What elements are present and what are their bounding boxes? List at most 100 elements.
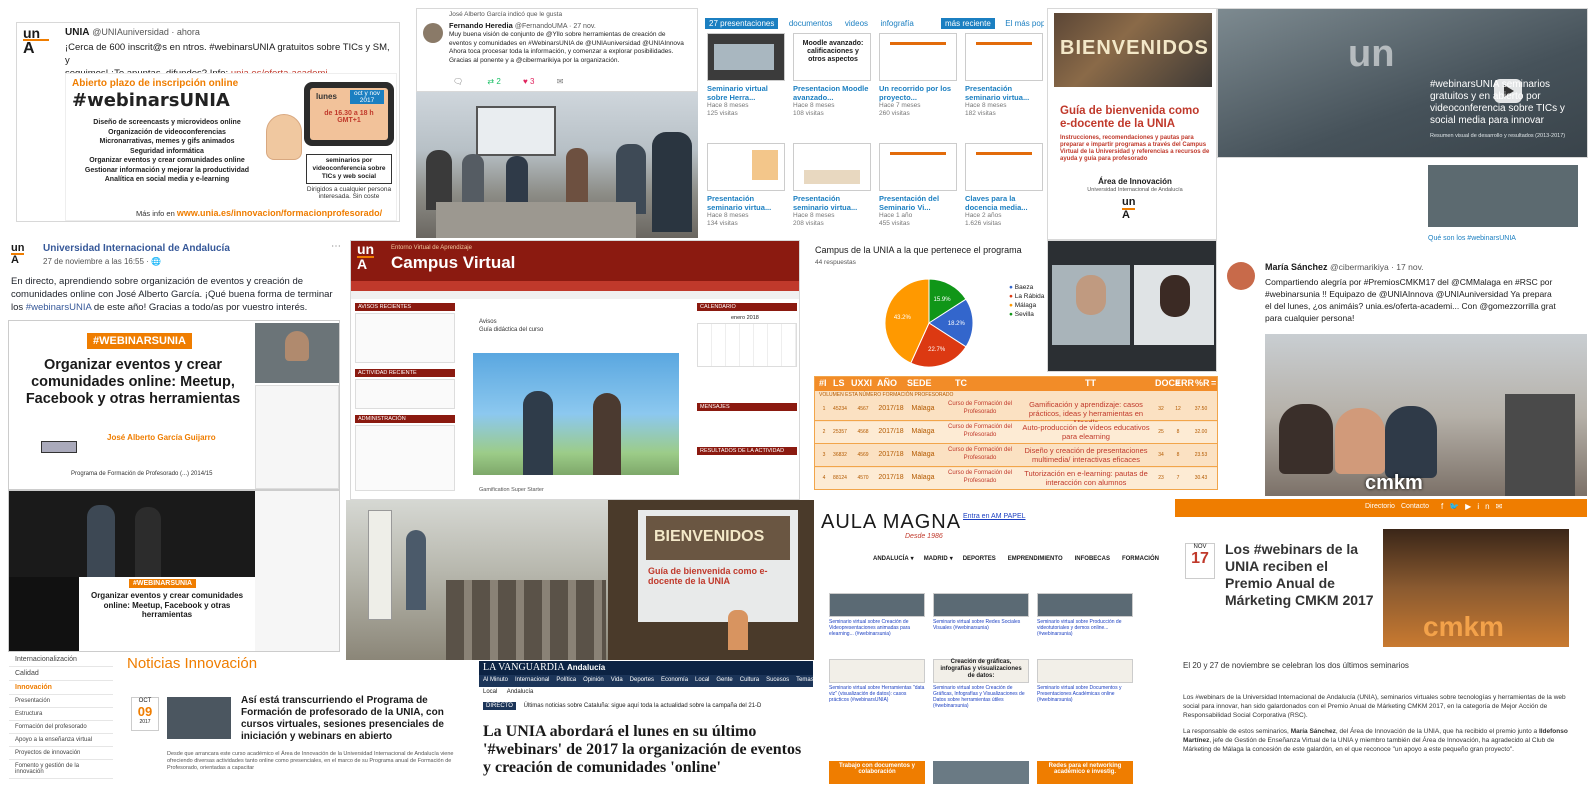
presentation-thumbnail[interactable] bbox=[965, 143, 1043, 191]
aula-bottom-card[interactable] bbox=[933, 761, 1029, 784]
chevron-down-icon[interactable]: ▾ bbox=[950, 556, 953, 562]
reply-icon[interactable]: 🗨 bbox=[453, 77, 463, 86]
aula-nav-item[interactable]: ANDALUCÍA bbox=[873, 556, 909, 562]
lv-live-text[interactable]: Últimas noticias sobre Cataluña: sigue a… bbox=[524, 703, 762, 709]
fb-page-name[interactable]: Universidad Internacional de Andalucía bbox=[43, 243, 230, 254]
sidebar-item[interactable]: Calidad bbox=[9, 667, 113, 681]
presentation-card[interactable]: Presentación seminario virtua... Hace 8 … bbox=[965, 33, 1043, 129]
aula-bottom-card[interactable]: Redes para el networking académico e inv… bbox=[1037, 761, 1133, 784]
aula-article-card[interactable]: Seminario virtual sobre Herramientas "da… bbox=[829, 659, 925, 719]
tweet-maria[interactable]: María Sánchez @cibermarikiya · 17 nov. C… bbox=[1218, 255, 1588, 497]
presentation-thumbnail[interactable] bbox=[707, 143, 785, 191]
aula-nav-item[interactable]: FORMACIÓN bbox=[1122, 556, 1159, 562]
presentation-title[interactable]: Claves para la docencia media... bbox=[965, 194, 1043, 212]
fb-more-icon[interactable]: ⋯ bbox=[331, 241, 341, 252]
more-info-url[interactable]: www.unia.es/innovacion/formacionprofesor… bbox=[177, 208, 382, 218]
aula-nav-item[interactable]: EMPRENDIMIENTO bbox=[1008, 556, 1063, 562]
presentation-title[interactable]: Un recorrido por los proyecto... bbox=[879, 84, 957, 102]
tab-presentations[interactable]: 27 presentaciones bbox=[705, 18, 779, 29]
presentation-card[interactable]: Presentación del Seminario Vi... Hace 1 … bbox=[879, 143, 957, 237]
presentation-thumbnail[interactable] bbox=[707, 33, 785, 81]
lv-headline[interactable]: La UNIA abordará el lunes en su último '… bbox=[483, 723, 813, 777]
avatar[interactable] bbox=[423, 23, 443, 43]
presentation-thumbnail[interactable]: Moodle avanzado: calificaciones y otros … bbox=[793, 33, 871, 81]
video-caption[interactable]: Qué son los #webinarsUNIA bbox=[1428, 235, 1516, 242]
card-title[interactable]: Seminario virtual sobre Creación de Gráf… bbox=[933, 685, 1029, 715]
tab-videos[interactable]: videos bbox=[845, 19, 868, 28]
tweet-fernando[interactable]: José Alberto García indicó que le gusta … bbox=[416, 8, 698, 92]
aula-article-card[interactable]: Seminario virtual sobre Redes Sociales V… bbox=[933, 593, 1029, 653]
lv-nav-item[interactable]: Deportes bbox=[630, 677, 654, 683]
card-thumbnail[interactable] bbox=[1037, 593, 1133, 617]
presentation-card[interactable]: Presentación seminario virtua... Hace 8 … bbox=[793, 143, 871, 237]
sidebar-item[interactable]: Presentación bbox=[9, 695, 113, 708]
tab-documents[interactable]: documentos bbox=[789, 19, 833, 28]
presentation-title[interactable]: Presentación seminario virtua... bbox=[793, 194, 871, 212]
tweet-unia-webinars[interactable]: un A UNIA @UNIAuniversidad · ahora ¡Cerc… bbox=[16, 22, 400, 222]
aula-logo[interactable]: AULA MAGNA bbox=[821, 511, 961, 534]
lv-nav-item[interactable]: Opinión bbox=[583, 677, 604, 683]
card-title[interactable]: Seminario virtual sobre Creación de Vide… bbox=[829, 619, 925, 649]
message-icon[interactable]: ✉ bbox=[557, 77, 564, 86]
presentation-title[interactable]: Presentación seminario virtua... bbox=[965, 84, 1043, 102]
presentation-title[interactable]: Presentacion Moodle avanzado... bbox=[793, 84, 871, 102]
lv-nav-item[interactable]: Economía bbox=[661, 677, 688, 683]
lv-nav-item[interactable]: Temas bbox=[796, 677, 813, 683]
tweet-author[interactable]: Fernando Heredia bbox=[449, 21, 513, 30]
fb-hashtag[interactable]: #webinarsUNIA bbox=[26, 302, 91, 313]
sidebar-item-active[interactable]: Innovación bbox=[9, 681, 113, 695]
guide-link[interactable]: Guía didáctica del curso bbox=[479, 327, 543, 333]
lv-live-tag[interactable]: DIRECTO bbox=[483, 702, 516, 710]
tweet-author[interactable]: María Sánchez bbox=[1265, 262, 1328, 272]
social-icons[interactable]: f🐦▶in✉ bbox=[1441, 502, 1508, 511]
presentation-title[interactable]: Presentación seminario virtua... bbox=[707, 194, 785, 212]
lv-brand[interactable]: LA VANGUARDIA bbox=[483, 662, 565, 673]
presentation-card[interactable]: Claves para la docencia media... Hace 2 … bbox=[965, 143, 1043, 237]
presentation-thumbnail[interactable] bbox=[879, 33, 957, 81]
presentation-card[interactable]: Presentación seminario virtua... Hace 8 … bbox=[707, 143, 785, 237]
news-thumbnail[interactable] bbox=[167, 697, 231, 739]
lv-section[interactable]: Andalucía bbox=[567, 663, 605, 672]
aula-nav-item[interactable]: INFOBECAS bbox=[1075, 556, 1110, 562]
card-thumbnail[interactable] bbox=[933, 593, 1029, 617]
lv-nav-item[interactable]: Local bbox=[695, 677, 709, 683]
lv-nav-item[interactable]: Al Minuto bbox=[483, 677, 508, 683]
presentation-card[interactable]: Un recorrido por los proyecto... Hace 7 … bbox=[879, 33, 957, 129]
lv-nav-item[interactable]: Política bbox=[556, 677, 576, 683]
presentation-thumbnail[interactable] bbox=[793, 143, 871, 191]
aula-paper-link[interactable]: Entra en AM PAPEL bbox=[963, 513, 1026, 520]
aula-bottom-card[interactable]: Trabajo con documentos y colaboración bbox=[829, 761, 925, 784]
tweet-author[interactable]: UNIA bbox=[65, 27, 89, 38]
card-title[interactable]: Seminario virtual sobre Producción de vi… bbox=[1037, 619, 1133, 649]
card-thumbnail[interactable] bbox=[1037, 659, 1133, 683]
sidebar-item[interactable]: Proyectos de innovación bbox=[9, 747, 113, 760]
card-title[interactable]: Seminario virtual sobre Documentos y Pre… bbox=[1037, 685, 1133, 715]
lv-nav-item[interactable]: Internacional bbox=[515, 677, 549, 683]
card-title[interactable]: Seminario virtual sobre Herramientas "da… bbox=[829, 685, 925, 715]
presentation-title[interactable]: Seminario virtual sobre Herra... bbox=[707, 84, 785, 102]
chevron-down-icon[interactable]: ▾ bbox=[911, 556, 914, 562]
lv-subnav-item[interactable]: Andalucía bbox=[507, 689, 534, 695]
aula-nav-item[interactable]: MADRID bbox=[924, 556, 948, 562]
presentation-thumbnail[interactable] bbox=[965, 33, 1043, 81]
sidebar-item[interactable]: Internacionalización bbox=[9, 653, 113, 667]
card-thumbnail[interactable] bbox=[829, 659, 925, 683]
aula-nav-item[interactable]: DEPORTES bbox=[963, 556, 996, 562]
tab-infographics[interactable]: infografía bbox=[880, 19, 913, 28]
card-title[interactable]: Seminario virtual sobre Redes Sociales V… bbox=[933, 619, 1029, 649]
video-thumbnail[interactable] bbox=[1428, 165, 1578, 227]
retweet-icon[interactable]: ⇄ bbox=[487, 77, 494, 86]
lv-nav-item[interactable]: Vida bbox=[611, 677, 623, 683]
cmkm-nav-contact[interactable]: Contacto bbox=[1401, 503, 1429, 510]
presentation-thumbnail[interactable] bbox=[879, 143, 957, 191]
presentation-title[interactable]: Presentación del Seminario Vi... bbox=[879, 194, 957, 212]
cmkm-nav-directory[interactable]: Directorio bbox=[1365, 503, 1395, 510]
aula-article-card[interactable]: Seminario virtual sobre Documentos y Pre… bbox=[1037, 659, 1133, 719]
presentation-card[interactable]: Moodle avanzado: calificaciones y otros … bbox=[793, 33, 871, 129]
forum-link[interactable]: Avisos bbox=[479, 319, 497, 325]
sidebar-item[interactable]: Fomento y gestión de la innovación bbox=[9, 760, 113, 779]
lv-nav-item[interactable]: Cultura bbox=[740, 677, 759, 683]
course-video[interactable] bbox=[473, 353, 679, 475]
avatar[interactable] bbox=[1227, 262, 1255, 290]
sidebar-item[interactable]: Formación del profesorado bbox=[9, 721, 113, 734]
